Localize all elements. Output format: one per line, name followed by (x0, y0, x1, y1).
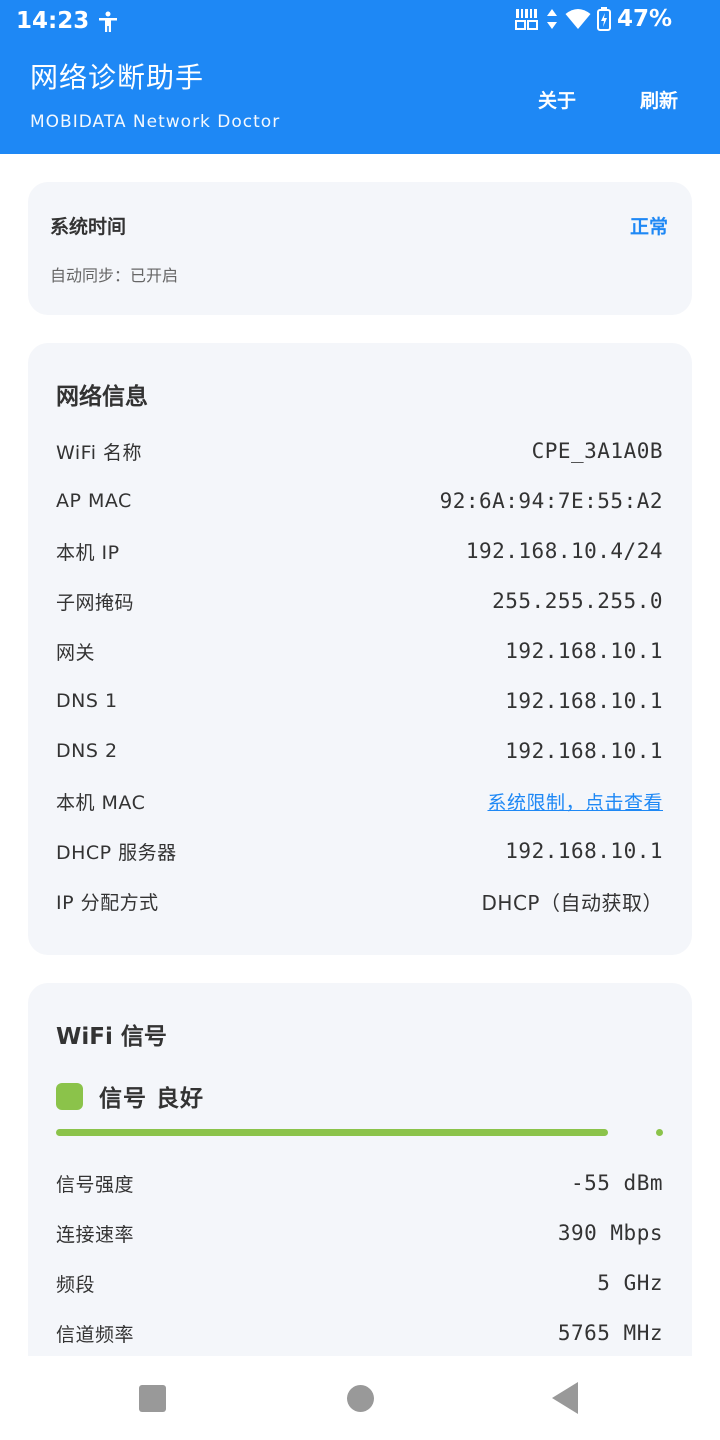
row-value: 192.168.10.4/24 (465, 539, 663, 563)
refresh-button[interactable]: 刷新 (640, 86, 678, 113)
data-arrows-icon (546, 9, 557, 29)
row-label: DHCP 服务器 (56, 841, 177, 864)
home-button[interactable] (347, 1385, 374, 1412)
recents-button[interactable] (139, 1385, 166, 1412)
row-label: IP 分配方式 (56, 891, 159, 914)
network-info-heading: 网络信息 (56, 384, 148, 410)
row-label: WiFi 名称 (56, 441, 143, 464)
signal-row-link-speed: 连接速率 390 Mbps (56, 1213, 663, 1253)
signal-strength-fill (56, 1129, 609, 1136)
row-value: 92:6A:94:7E:55:A2 (439, 489, 663, 513)
info-row-ap-mac: AP MAC 92:6A:94:7E:55:A2 (56, 481, 663, 521)
network-info-card: 网络信息 WiFi 名称 CPE_3A1A0B AP MAC 92:6A:94:… (28, 343, 692, 955)
status-time: 14:23 (16, 8, 90, 34)
signal-row-band: 频段 5 GHz (56, 1263, 663, 1303)
row-value: 390 Mbps (557, 1221, 663, 1245)
signal-strength-bar (56, 1129, 663, 1137)
signal-row-channel-frequency: 信道频率 5765 MHz (56, 1313, 663, 1353)
info-row-gateway: 网关 192.168.10.1 (56, 631, 663, 671)
row-label: 本机 MAC (56, 791, 146, 814)
wifi-icon (565, 9, 591, 29)
accessibility-icon (99, 11, 117, 32)
info-row-ip-assignment: IP 分配方式 DHCP（自动获取） (56, 881, 663, 921)
wifi-signal-heading: WiFi 信号 (56, 1024, 167, 1050)
row-value: 192.168.10.1 (505, 839, 663, 863)
info-row-subnet-mask: 子网掩码 255.255.255.0 (56, 581, 663, 621)
row-value: DHCP（自动获取） (481, 890, 663, 915)
row-label: AP MAC (56, 490, 132, 512)
status-bar: 14:23 47% (0, 0, 720, 42)
row-label: DNS 1 (56, 690, 118, 712)
view-mac-link[interactable]: 系统限制，点击查看 (487, 788, 663, 815)
system-time-title: 系统时间 (50, 216, 127, 238)
battery-icon (596, 7, 611, 31)
system-time-status: 正常 (629, 216, 668, 238)
back-button[interactable] (552, 1382, 578, 1414)
barcode-icon (514, 9, 538, 30)
info-row-wifi-name: WiFi 名称 CPE_3A1A0B (56, 431, 663, 471)
about-button[interactable]: 关于 (538, 86, 576, 113)
signal-quality: 信号 良好 (56, 1079, 204, 1113)
status-icons: 47% (514, 6, 672, 32)
info-row-local-ip: 本机 IP 192.168.10.4/24 (56, 531, 663, 571)
info-row-dhcp-server: DHCP 服务器 192.168.10.1 (56, 831, 663, 871)
row-label: 频段 (56, 1273, 96, 1296)
navigation-bar (0, 1356, 720, 1440)
signal-status-indicator (56, 1082, 83, 1110)
row-value: 5765 MHz (557, 1321, 663, 1345)
row-value: 5 GHz (597, 1271, 663, 1295)
app-bar: 14:23 47% 网络诊断助手 MOBIDATA Network Doctor… (0, 0, 720, 154)
row-value: -55 dBm (570, 1171, 663, 1195)
row-value: CPE_3A1A0B (531, 439, 663, 463)
battery-level: 47% (616, 6, 672, 32)
signal-row-strength: 信号强度 -55 dBm (56, 1163, 663, 1203)
row-label: 本机 IP (56, 541, 120, 564)
row-value: 192.168.10.1 (505, 689, 663, 713)
signal-strength-end-dot (656, 1129, 663, 1136)
system-time-card: 系统时间 正常 自动同步：已开启 (28, 182, 692, 315)
row-label: 网关 (56, 641, 96, 664)
row-value: 255.255.255.0 (492, 589, 663, 613)
row-label: DNS 2 (56, 740, 118, 762)
row-label: 信道频率 (56, 1323, 135, 1346)
app-subtitle: MOBIDATA Network Doctor (30, 112, 281, 132)
info-row-dns2: DNS 2 192.168.10.1 (56, 731, 663, 771)
info-row-local-mac: 本机 MAC 系统限制，点击查看 (56, 781, 663, 821)
row-label: 连接速率 (56, 1223, 135, 1246)
info-row-dns1: DNS 1 192.168.10.1 (56, 681, 663, 721)
row-value: 192.168.10.1 (505, 639, 663, 663)
row-label: 信号强度 (56, 1173, 135, 1196)
row-value: 192.168.10.1 (505, 739, 663, 763)
row-label: 子网掩码 (56, 591, 135, 614)
app-title: 网络诊断助手 (30, 61, 205, 94)
wifi-signal-card: WiFi 信号 信号 良好 信号强度 -55 dBm 连接速率 390 Mbps… (28, 983, 692, 1383)
signal-quality-text: 信号 良好 (99, 1086, 205, 1112)
system-time-sync: 自动同步：已开启 (50, 266, 179, 285)
